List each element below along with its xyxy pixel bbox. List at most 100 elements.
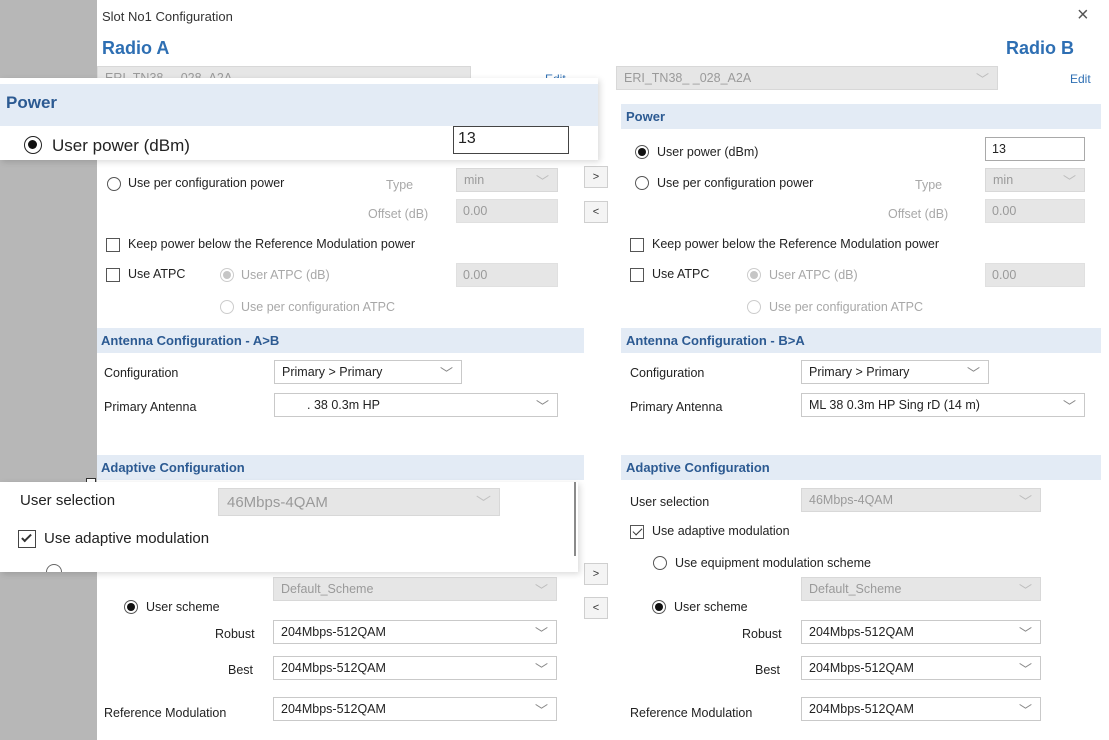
chevron-down-icon: ﹀: [475, 495, 491, 512]
radio-a-config-label: Configuration: [104, 366, 179, 380]
radio-b-user-selection-label: User selection: [630, 495, 710, 509]
radio-a-user-scheme-label: User scheme: [146, 600, 220, 614]
radio-b-user-atpc-input[interactable]: 0.00: [985, 263, 1085, 287]
radio-a-user-power-input[interactable]: 13: [453, 126, 569, 154]
radio-a-user-atpc-radio[interactable]: [220, 268, 234, 282]
radio-a-use-atpc-label: Use ATPC: [128, 267, 186, 281]
radio-b-adaptive-section-title: Adaptive Configuration: [626, 460, 770, 475]
radio-b-edit-link[interactable]: Edit: [1070, 72, 1091, 86]
radio-b-use-adaptive-checkbox[interactable]: [630, 525, 644, 539]
radio-b-best-value: 204Mbps-512QAM: [809, 661, 914, 675]
copy-adaptive-right-button[interactable]: >: [584, 563, 608, 585]
radio-b-keep-below-checkbox[interactable]: [630, 238, 644, 252]
radio-a-equipment-scheme-radio[interactable]: [46, 564, 62, 572]
radio-a-offset-label: Offset (dB): [368, 207, 429, 221]
radio-a-user-scheme-radio[interactable]: [124, 600, 138, 614]
radio-a-use-adaptive-label: Use adaptive modulation: [44, 530, 210, 547]
radio-b-type-select[interactable]: min ﹀: [985, 168, 1085, 192]
radio-b-user-atpc-label: User ATPC (dB): [769, 268, 858, 282]
radio-a-per-config-power-radio[interactable]: [107, 177, 121, 191]
radio-a-primary-antenna-select[interactable]: . 38 0.3m HP ﹀: [274, 393, 558, 417]
radio-b-offset-input[interactable]: 0.00: [985, 199, 1085, 223]
radio-a-user-power-radio[interactable]: [24, 136, 42, 154]
radio-b-per-config-power-label: Use per configuration power: [657, 176, 814, 190]
radio-b-use-atpc-label: Use ATPC: [652, 267, 710, 281]
chevron-down-icon: ﹀: [1018, 626, 1032, 641]
radio-b-config-select[interactable]: Primary > Primary ﹀: [801, 360, 989, 384]
radio-a-robust-label: Robust: [215, 627, 255, 641]
radio-b-refmod-select[interactable]: 204Mbps-512QAM ﹀: [801, 697, 1041, 721]
radio-a-use-atpc-checkbox[interactable]: [106, 268, 120, 282]
radio-a-user-atpc-input[interactable]: 0.00: [456, 263, 558, 287]
radio-a-user-power-label: User power (dBm): [52, 136, 190, 155]
radio-b-robust-select[interactable]: 204Mbps-512QAM ﹀: [801, 620, 1041, 644]
radio-b-user-selection-select[interactable]: 46Mbps-4QAM ﹀: [801, 488, 1041, 512]
radio-b-use-atpc-checkbox[interactable]: [630, 268, 644, 282]
chevron-down-icon: ﹀: [534, 626, 548, 641]
chevron-down-icon: ﹀: [975, 72, 989, 87]
radio-b-type-value: min: [993, 173, 1014, 187]
radio-b-primary-antenna-value: ML 38 0.3m HP Sing rD (14 m): [809, 398, 980, 412]
radio-b-scheme-value: Default_Scheme: [809, 582, 902, 596]
radio-b-refmod-value: 204Mbps-512QAM: [809, 702, 914, 716]
radio-b-equipment-scheme-radio[interactable]: [653, 556, 667, 570]
chevron-down-icon: ﹀: [534, 583, 548, 598]
radio-b-robust-label: Robust: [742, 627, 782, 641]
radio-b-primary-antenna-label: Primary Antenna: [630, 400, 723, 414]
copy-power-left-button[interactable]: <: [584, 201, 608, 223]
radio-a-refmod-label: Reference Modulation: [104, 706, 227, 720]
radio-b-device-select[interactable]: ERI_TN38_ _028_A2A ﹀: [616, 66, 998, 90]
chevron-down-icon: ﹀: [534, 662, 548, 677]
close-icon[interactable]: ×: [1077, 4, 1089, 27]
radio-b-user-power-label: User power (dBm): [657, 145, 759, 159]
radio-b-user-power-input[interactable]: 13: [985, 137, 1085, 161]
chevron-down-icon: ﹀: [1018, 662, 1032, 677]
radio-a-config-select[interactable]: Primary > Primary ﹀: [274, 360, 462, 384]
radio-a-primary-antenna-label: Primary Antenna: [104, 400, 197, 414]
radio-a-scheme-select[interactable]: Default_Scheme ﹀: [273, 577, 557, 601]
chevron-down-icon: ﹀: [535, 399, 549, 414]
radio-a-title: Radio A: [102, 38, 170, 58]
radio-a-refmod-select[interactable]: 204Mbps-512QAM ﹀: [273, 697, 557, 721]
radio-b-type-label: Type: [915, 178, 943, 192]
radio-b-per-config-power-radio[interactable]: [635, 176, 649, 190]
chevron-down-icon: ﹀: [1018, 494, 1032, 509]
radio-a-type-value: min: [464, 173, 485, 187]
radio-b-per-config-atpc-label: Use per configuration ATPC: [769, 300, 924, 314]
radio-b-keep-below-label: Keep power below the Reference Modulatio…: [652, 237, 939, 251]
radio-b-config-label: Configuration: [630, 366, 705, 380]
radio-b-primary-antenna-select[interactable]: ML 38 0.3m HP Sing rD (14 m) ﹀: [801, 393, 1085, 417]
copy-power-right-button[interactable]: >: [584, 166, 608, 188]
radio-a-primary-antenna-value: . 38 0.3m HP: [307, 398, 380, 412]
chevron-down-icon: ﹀: [1018, 583, 1032, 598]
radio-a-robust-select[interactable]: 204Mbps-512QAM ﹀: [273, 620, 557, 644]
chevron-down-icon: ﹀: [966, 366, 980, 381]
radio-b-equipment-scheme-label: Use equipment modulation scheme: [675, 556, 871, 570]
radio-a-user-selection-select[interactable]: 46Mbps-4QAM ﹀: [218, 488, 500, 516]
radio-b-antenna-section-title: Antenna Configuration - B>A: [626, 333, 805, 348]
chevron-down-icon: ﹀: [1062, 174, 1076, 189]
radio-b-config-value: Primary > Primary: [809, 365, 910, 379]
radio-b-user-selection-value: 46Mbps-4QAM: [809, 493, 894, 507]
radio-a-per-config-atpc-radio[interactable]: [220, 300, 234, 314]
radio-b-best-select[interactable]: 204Mbps-512QAM ﹀: [801, 656, 1041, 680]
radio-b-user-scheme-radio[interactable]: [652, 600, 666, 614]
radio-b-robust-value: 204Mbps-512QAM: [809, 625, 914, 639]
radio-b-scheme-select[interactable]: Default_Scheme ﹀: [801, 577, 1041, 601]
radio-a-best-select[interactable]: 204Mbps-512QAM ﹀: [273, 656, 557, 680]
radio-a-best-value: 204Mbps-512QAM: [281, 661, 386, 675]
radio-a-power-zoom-panel: Power User power (dBm) 13: [0, 78, 598, 160]
radio-b-user-atpc-radio[interactable]: [747, 268, 761, 282]
radio-a-type-select[interactable]: min ﹀: [456, 168, 558, 192]
radio-b-user-scheme-label: User scheme: [674, 600, 748, 614]
scrollbar[interactable]: [574, 482, 576, 556]
radio-b-power-section-title: Power: [626, 109, 666, 124]
copy-adaptive-left-button[interactable]: <: [584, 597, 608, 619]
radio-a-adaptive-zoom-panel: User selection 46Mbps-4QAM ﹀ Use adaptiv…: [0, 482, 578, 572]
radio-a-keep-below-checkbox[interactable]: [106, 238, 120, 252]
radio-b-user-power-radio[interactable]: [635, 145, 649, 159]
radio-a-offset-input[interactable]: 0.00: [456, 199, 558, 223]
window-title: Slot No1 Configuration: [102, 9, 233, 24]
radio-b-per-config-atpc-radio[interactable]: [747, 300, 761, 314]
radio-a-use-adaptive-checkbox[interactable]: [18, 530, 36, 548]
